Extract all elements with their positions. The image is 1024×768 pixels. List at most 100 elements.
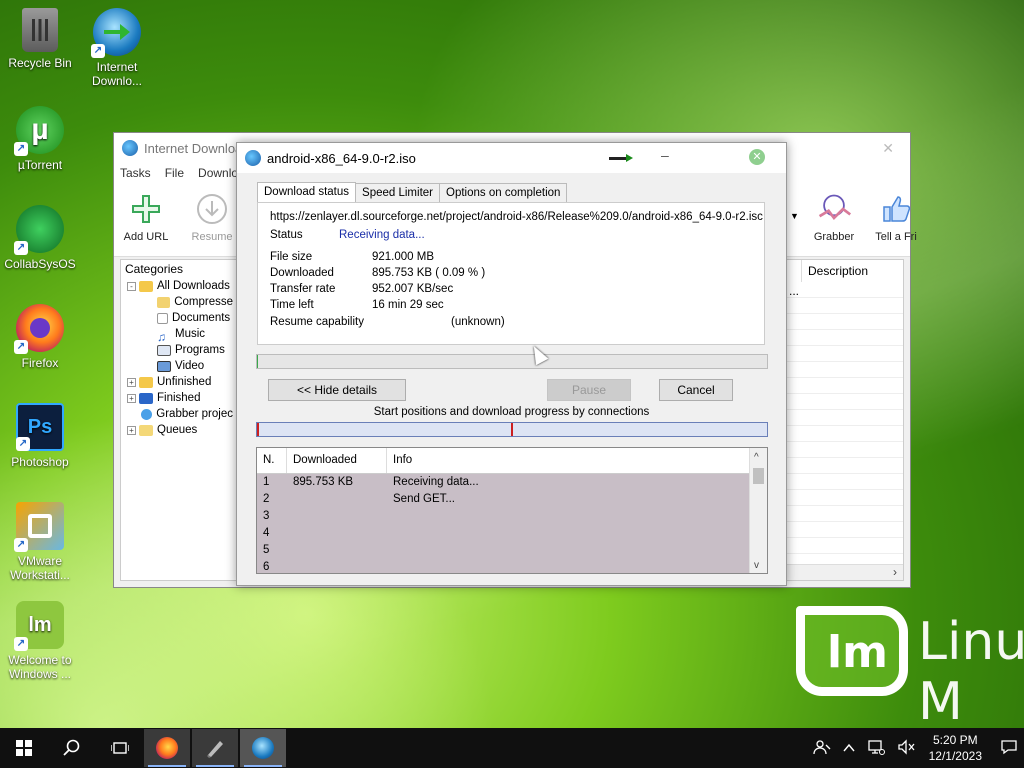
category-finished[interactable]: + Finished — [125, 390, 233, 406]
folder-icon — [139, 424, 153, 436]
people-icon[interactable] — [812, 739, 831, 758]
tab-download-status[interactable]: Download status — [257, 182, 357, 203]
document-icon — [157, 312, 168, 324]
add-url-button[interactable]: Add URL — [116, 191, 176, 243]
vmware-icon: ↗ — [14, 502, 64, 552]
shortcut-arrow-icon: ↗ — [14, 340, 28, 354]
desktop-icon-utorrent[interactable]: µ ↗ µTorrent — [0, 106, 80, 172]
download-progress-bar — [256, 354, 768, 369]
download-status-panel: https://zenlayer.dl.sourceforge.net/proj… — [257, 202, 765, 345]
category-video[interactable]: Video — [125, 358, 233, 374]
active-indicator — [244, 765, 282, 767]
connections-table[interactable]: N. Downloaded Info 1 895.753 KB Receivin… — [256, 447, 768, 574]
download-progress-dialog[interactable]: android-x86_64-9.0-r2.iso – ✕ Download s… — [236, 142, 787, 586]
table-row[interactable]: 1 895.753 KB Receiving data... — [257, 474, 749, 491]
table-row[interactable]: 4 — [257, 525, 749, 542]
minimize-icon[interactable]: – — [661, 147, 669, 163]
collapse-icon[interactable]: - — [127, 281, 136, 291]
menu-tasks[interactable]: Tasks — [120, 166, 151, 180]
clock[interactable]: 5:20 PM 12/1/2023 — [929, 732, 982, 764]
close-icon[interactable]: ✕ — [749, 149, 765, 165]
time-left-row: Time left 16 min 29 sec — [270, 299, 444, 311]
column-header-info[interactable]: Info — [387, 448, 767, 473]
taskbar-app-pen-tool[interactable] — [192, 729, 238, 767]
network-icon[interactable] — [867, 739, 885, 758]
linux-mint-icon: lm ↗ — [14, 601, 64, 651]
pause-button[interactable]: Pause — [547, 379, 631, 401]
category-documents[interactable]: Documents — [125, 310, 233, 326]
close-icon[interactable]: ✕ — [882, 140, 894, 157]
column-header-description[interactable]: Description — [801, 260, 897, 282]
table-row[interactable]: 5 — [257, 542, 749, 559]
chevron-down-icon[interactable]: v — [754, 560, 759, 571]
notification-icon[interactable] — [1000, 739, 1018, 758]
category-grabber-projects[interactable]: Grabber projec — [125, 406, 233, 422]
task-view-button[interactable] — [96, 728, 144, 768]
category-compressed[interactable]: Compresse — [125, 294, 233, 310]
table-row[interactable]: 2 Send GET... — [257, 491, 749, 508]
category-all-downloads[interactable]: - All Downloads — [125, 278, 233, 294]
desktop-icon-photoshop[interactable]: Ps ↗ Photoshop — [0, 403, 80, 469]
file-size-value: 921.000 MB — [372, 251, 435, 263]
cancel-button[interactable]: Cancel — [659, 379, 733, 401]
connections-table-header: N. Downloaded Info — [257, 448, 767, 474]
search-button[interactable] — [48, 728, 96, 768]
taskbar: 5:20 PM 12/1/2023 — [0, 728, 1024, 768]
volume-muted-icon[interactable] — [897, 738, 915, 758]
list-cell: ... — [788, 284, 799, 298]
grabber-button[interactable]: Grabber — [804, 191, 864, 243]
expand-icon[interactable]: + — [127, 425, 136, 435]
desktop-icon-firefox[interactable]: ↗ Firefox — [0, 304, 80, 370]
idm-icon — [252, 737, 274, 759]
taskbar-app-firefox[interactable] — [144, 729, 190, 767]
start-button[interactable] — [0, 728, 48, 768]
menu-downloads[interactable]: Downlo — [198, 166, 238, 180]
folder-open-icon — [139, 280, 153, 292]
tab-speed-limiter[interactable]: Speed Limiter — [355, 183, 440, 204]
shortcut-arrow-icon: ↗ — [16, 437, 30, 451]
desktop-icon-internet-download-manager[interactable]: ↗ Internet Downlo... — [77, 8, 157, 88]
linux-mint-logo-mark: lm — [796, 606, 908, 696]
music-note-icon: ♫ — [157, 329, 166, 344]
resume-button[interactable]: Resume — [182, 191, 242, 243]
category-programs[interactable]: Programs — [125, 342, 233, 358]
chevron-up-icon[interactable]: ^ — [754, 452, 759, 463]
photoshop-icon: Ps ↗ — [16, 403, 64, 451]
chevron-up-icon[interactable] — [843, 741, 855, 756]
idm-icon — [245, 150, 261, 166]
chevron-right-icon[interactable]: › — [893, 565, 897, 579]
taskbar-app-idm[interactable] — [240, 729, 286, 767]
desktop-icon-recycle-bin[interactable]: Recycle Bin — [0, 8, 80, 70]
tab-options-on-completion[interactable]: Options on completion — [439, 183, 568, 204]
firefox-icon: ↗ — [14, 304, 64, 354]
tell-a-friend-button[interactable]: Tell a Fri — [866, 191, 926, 243]
windows-logo-icon — [16, 740, 32, 756]
shortcut-arrow-icon: ↗ — [14, 637, 28, 651]
menu-file[interactable]: File — [165, 166, 184, 180]
video-icon — [157, 360, 171, 372]
hide-details-button[interactable]: << Hide details — [268, 379, 406, 401]
idm-icon: ↗ — [91, 8, 141, 58]
table-row[interactable]: 3 — [257, 508, 749, 525]
category-music[interactable]: ♫ Music — [125, 326, 233, 344]
desktop-icon-vmware[interactable]: ↗ VMware Workstati... — [0, 502, 80, 582]
category-unfinished[interactable]: + Unfinished — [125, 374, 233, 390]
expand-icon[interactable]: + — [127, 377, 136, 387]
column-header-downloaded[interactable]: Downloaded — [287, 448, 387, 473]
category-queues[interactable]: + Queues — [125, 422, 233, 438]
desktop-icon-collabsysos[interactable]: ↗ CollabSysOS — [0, 205, 80, 271]
dialog-titlebar[interactable]: android-x86_64-9.0-r2.iso – ✕ — [237, 143, 786, 173]
table-row[interactable]: 6 — [257, 559, 749, 573]
vertical-scrollbar[interactable]: ^ v — [749, 448, 767, 573]
categories-title: Categories — [125, 262, 184, 276]
system-tray: 5:20 PM 12/1/2023 — [807, 728, 1024, 768]
column-header-number[interactable]: N. — [257, 448, 287, 473]
shortcut-arrow-icon: ↗ — [14, 142, 28, 156]
main-window-title: Internet Downloa — [144, 140, 243, 156]
desktop-icon-welcome[interactable]: lm ↗ Welcome to Windows ... — [0, 601, 80, 681]
thumbs-up-icon — [878, 191, 914, 227]
scrollbar-thumb[interactable] — [753, 468, 764, 484]
expand-icon[interactable]: + — [127, 393, 136, 403]
plus-icon — [128, 191, 164, 227]
chevron-down-icon[interactable]: ▼ — [790, 211, 799, 221]
